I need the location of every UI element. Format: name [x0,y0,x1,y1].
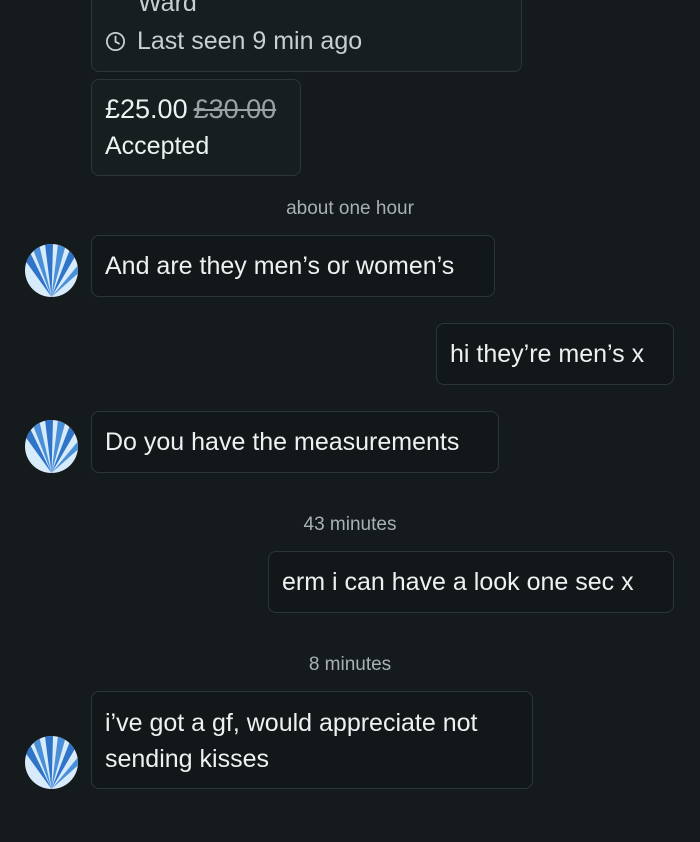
clock-icon [105,31,126,52]
message-timestamp: 43 minutes [303,514,397,535]
last-seen-row: Last seen 9 min ago [105,27,362,56]
message-timestamp: about one hour [286,198,414,219]
original-price: £30.00 [193,94,277,124]
outgoing-message-bubble[interactable]: hi they’re men’s x [436,323,674,385]
offer-card[interactable]: £25.00 £30.00 Accepted [91,79,301,176]
seller-avatar[interactable] [25,420,78,473]
offer-price-row: £25.00 £30.00 [105,94,276,125]
seller-profile-card[interactable]: Ward Last seen 9 min ago [91,0,522,72]
outgoing-message-bubble[interactable]: erm i can have a look one sec x [268,551,674,613]
incoming-message-bubble[interactable]: Do you have the measurements [91,411,499,473]
seller-name: Ward [138,0,197,17]
seller-avatar[interactable] [25,736,78,789]
incoming-message-bubble[interactable]: i’ve got a gf, would appreciate not send… [91,691,533,789]
offer-price: £25.00 [105,94,188,124]
last-seen-text: Last seen 9 min ago [137,27,363,55]
incoming-message-bubble[interactable]: And are they men’s or women’s [91,235,495,297]
message-timestamp: 8 minutes [308,654,392,675]
seller-avatar[interactable] [25,244,78,297]
offer-status: Accepted [105,132,210,160]
